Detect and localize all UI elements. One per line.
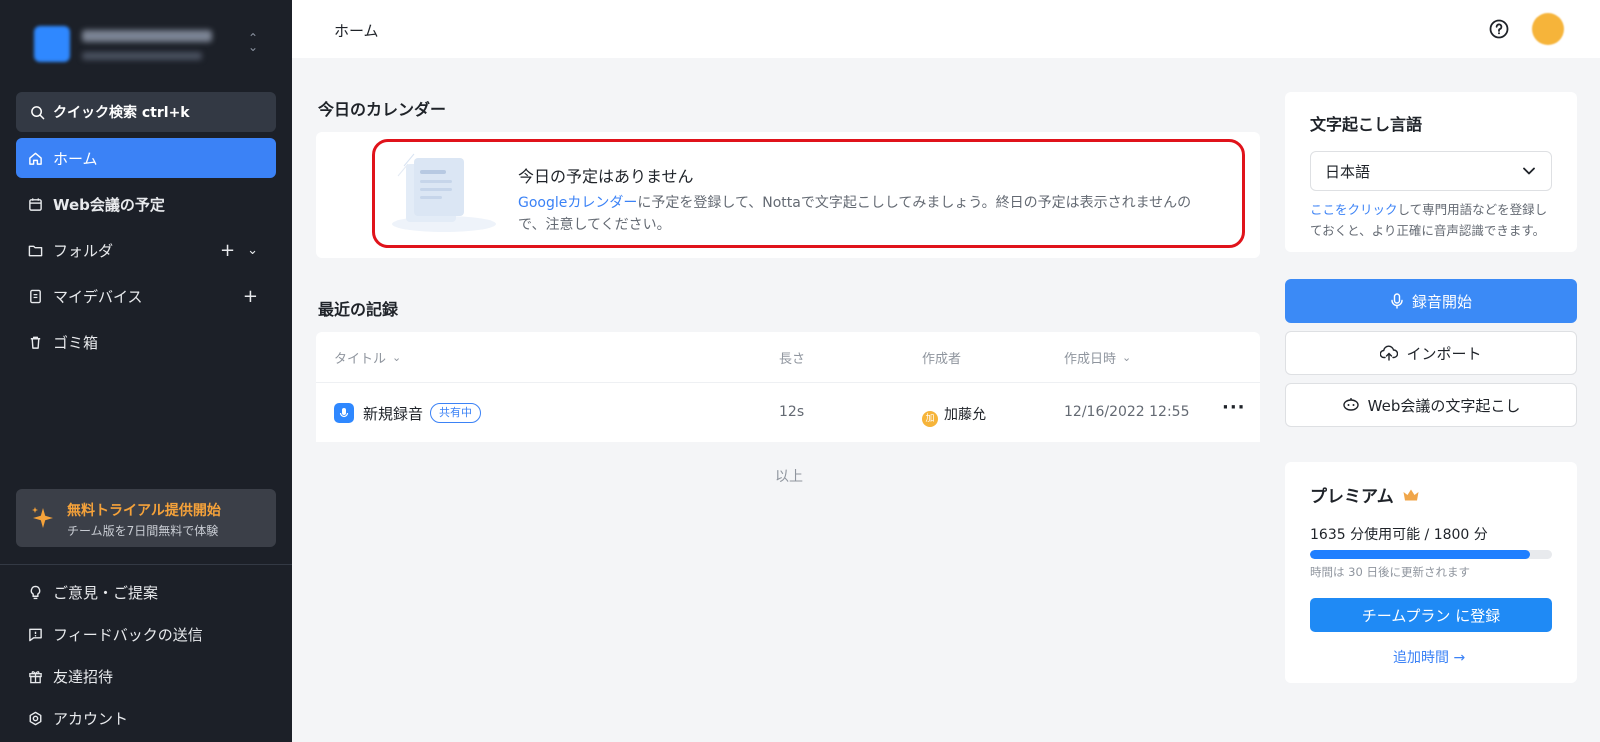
sidebar-item-label: フォルダ (53, 241, 114, 260)
start-recording-button[interactable]: 録音開始 (1285, 279, 1577, 323)
sidebar-item-feedback[interactable]: フィードバックの送信 (16, 614, 276, 654)
chevron-down-icon[interactable]: ⌄ (247, 243, 258, 258)
language-note: ここをクリックして専門用語などを登録しておくと、より正確に音声認識できます。 (1310, 199, 1556, 241)
help-icon[interactable] (1488, 18, 1510, 40)
search-icon (31, 105, 45, 119)
gift-icon (29, 670, 42, 683)
trash-icon (30, 336, 41, 349)
workspace-switcher[interactable]: ⌃ ⌄ (34, 26, 264, 70)
more-options-icon[interactable]: ··· (1222, 397, 1246, 418)
top-bar: ホーム (292, 0, 1600, 58)
start-recording-label: 録音開始 (1411, 292, 1472, 311)
sidebar-item-label: ゴミ箱 (53, 333, 99, 352)
custom-vocab-link[interactable]: ここをクリック (1310, 202, 1398, 217)
web-meeting-label: Web会議の文字起こし (1367, 396, 1521, 415)
chevron-updown-icon: ⌃ ⌄ (247, 31, 258, 54)
calendar-icon (29, 197, 42, 211)
sidebar: ⌃ ⌄ クイック検索 ctrl+k ホーム Web会議の予定 フォルダ + ⌄ マ… (0, 0, 292, 742)
folder-icon (28, 245, 43, 256)
chevron-down-icon: ⌄ (392, 351, 402, 364)
add-time-link[interactable]: 追加時間 → (1393, 647, 1465, 667)
import-button[interactable]: インポート (1285, 331, 1577, 375)
red-highlight-box (372, 139, 1245, 248)
home-icon (29, 152, 42, 165)
chevron-down-icon: ⌄ (1122, 351, 1132, 364)
sidebar-item-my-devices[interactable]: マイデバイス + (16, 276, 276, 316)
sidebar-item-label: 友達招待 (53, 667, 114, 686)
selected-language: 日本語 (1325, 162, 1371, 181)
chevron-down-icon (1523, 167, 1535, 175)
sidebar-item-account[interactable]: アカウント (16, 698, 276, 738)
shared-badge: 共有中 (430, 403, 481, 423)
language-card-title: 文字起こし言語 (1310, 115, 1423, 134)
free-trial-banner[interactable]: 無料トライアル提供開始 チーム版を7日間無料で体験 (16, 489, 276, 547)
lightbulb-icon (30, 585, 41, 599)
list-end-label: 以上 (775, 469, 803, 485)
record-title[interactable]: 新規録音 (363, 403, 423, 424)
web-meeting-transcribe-button[interactable]: Web会議の文字起こし (1285, 383, 1577, 427)
column-header-title[interactable]: タイトル ⌄ (334, 348, 401, 367)
minutes-usage: 1635 分使用可能 / 1800 分 (1310, 527, 1488, 543)
recent-section-title: 最近の記録 (318, 300, 399, 319)
sidebar-item-home[interactable]: ホーム (16, 138, 276, 178)
microphone-icon (1391, 293, 1403, 309)
device-icon (30, 289, 41, 303)
sidebar-divider (0, 564, 292, 565)
table-row[interactable]: 新規録音 共有中 12s 加加藤允 12/16/2022 12:55 ··· (316, 382, 1260, 442)
record-author: 加加藤允 (922, 404, 986, 427)
author-name: 加藤允 (944, 407, 986, 423)
breadcrumb: ホーム (334, 22, 379, 40)
avatar[interactable] (1532, 13, 1564, 45)
usage-progress-fill (1310, 550, 1530, 559)
meeting-bot-icon (1342, 398, 1359, 411)
language-select[interactable]: 日本語 (1310, 151, 1552, 191)
sidebar-item-label: ご意見・ご提案 (53, 583, 159, 602)
feedback-icon (29, 628, 42, 641)
sidebar-item-label: ホーム (53, 149, 98, 168)
settings-icon (29, 711, 42, 725)
workspace-logo (34, 26, 70, 62)
sidebar-item-suggestions[interactable]: ご意見・ご提案 (16, 572, 276, 612)
column-header-author: 作成者 (922, 352, 962, 367)
add-device-icon[interactable]: + (243, 286, 258, 307)
premium-title: プレミアム (1310, 482, 1420, 507)
trial-title: 無料トライアル提供開始 (67, 503, 221, 519)
premium-title-label: プレミアム (1310, 487, 1394, 507)
sparkle-icon (32, 507, 53, 528)
sidebar-item-invite[interactable]: 友達招待 (16, 656, 276, 696)
record-created: 12/16/2022 12:55 (1064, 404, 1190, 420)
crown-icon (1403, 489, 1419, 500)
column-title-label: タイトル (334, 352, 387, 367)
quick-search-label: クイック検索 ctrl+k (53, 105, 190, 121)
team-plan-button[interactable]: チームプラン に登録 (1310, 598, 1552, 632)
column-created-label: 作成日時 (1064, 352, 1117, 367)
microphone-icon (334, 403, 354, 423)
record-length: 12s (779, 404, 805, 420)
sidebar-item-label: アカウント (53, 709, 129, 728)
import-label: インポート (1406, 344, 1482, 363)
workspace-name-blurred (82, 30, 212, 42)
workspace-email-blurred (82, 52, 202, 60)
reset-note: 時間は 30 日後に更新されます (1310, 565, 1470, 579)
sidebar-item-label: Web会議の予定 (53, 195, 165, 214)
usage-progress-bar (1310, 550, 1552, 559)
trial-subtitle: チーム版を7日間無料で体験 (67, 524, 219, 538)
sidebar-item-folders[interactable]: フォルダ + ⌄ (16, 230, 276, 270)
cloud-upload-icon (1380, 345, 1399, 361)
sidebar-item-meetings[interactable]: Web会議の予定 (16, 184, 276, 224)
add-folder-icon[interactable]: + (220, 240, 235, 261)
calendar-section-title: 今日のカレンダー (318, 100, 447, 119)
column-header-created[interactable]: 作成日時 ⌄ (1064, 348, 1131, 367)
author-avatar: 加 (922, 411, 938, 427)
sidebar-item-trash[interactable]: ゴミ箱 (16, 322, 276, 362)
sidebar-item-label: マイデバイス (53, 287, 143, 306)
sidebar-item-label: フィードバックの送信 (53, 625, 203, 644)
column-header-length: 長さ (779, 352, 806, 367)
quick-search-button[interactable]: クイック検索 ctrl+k (16, 92, 276, 132)
